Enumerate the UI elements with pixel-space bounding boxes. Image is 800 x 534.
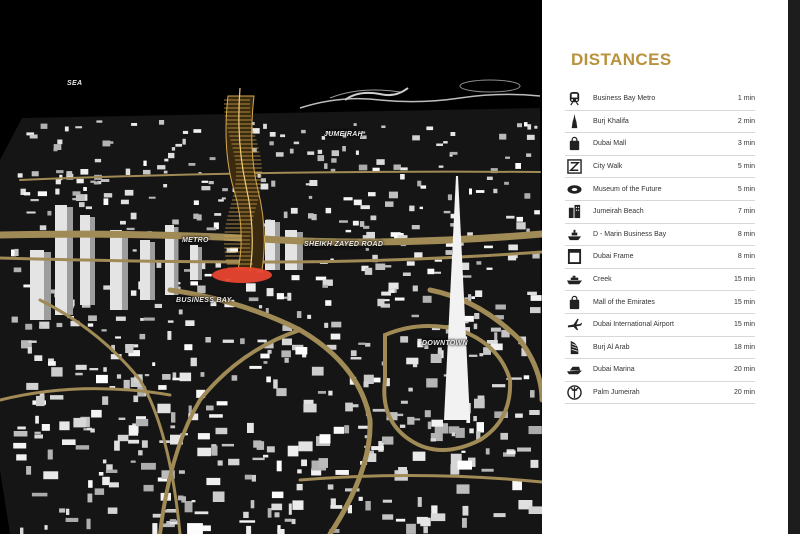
distance-row: Jumeirah Beach 7 min — [565, 201, 755, 224]
distance-row: Museum of the Future 5 min — [565, 178, 755, 201]
distance-list: Business Bay Metro 1 min Burj Khalifa 2 min… — [565, 88, 755, 405]
distance-place-name: D - Marin Business Bay — [593, 230, 667, 238]
map-label-jumeirah: JUMEIRAH — [324, 131, 363, 138]
ship-icon — [565, 271, 583, 289]
distance-time: 18 min — [733, 343, 755, 351]
distance-place-name: City Walk — [593, 163, 623, 171]
metro-icon — [565, 90, 583, 108]
distance-place-name: Creek — [593, 276, 612, 284]
location-marker — [212, 267, 272, 283]
distance-place-name: Dubai Mall — [593, 140, 627, 148]
map-label-business-bay: BUSINESS BAY — [176, 297, 232, 304]
distance-row: Burj Al Arab 18 min — [565, 337, 755, 360]
panel-title: DISTANCES — [571, 50, 672, 69]
map-label-downtown: DOWNTOWN — [422, 340, 468, 347]
page-edge — [788, 0, 800, 534]
distance-time: 7 min — [737, 208, 755, 216]
distance-time: 3 min — [737, 140, 755, 148]
yacht-icon — [565, 361, 583, 379]
distance-row: Dubai Marina 20 min — [565, 359, 755, 382]
map-label-metro: METRO — [182, 237, 209, 244]
shopping-bag-icon — [565, 293, 583, 311]
distance-time: 8 min — [737, 230, 755, 238]
distance-time: 2 min — [737, 117, 755, 125]
map-label-sea: SEA — [67, 80, 83, 87]
buildings-icon — [565, 203, 583, 221]
city-walk-icon — [565, 158, 583, 176]
palm-icon — [565, 384, 583, 402]
distance-time: 1 min — [737, 95, 755, 103]
distance-row: City Walk 5 min — [565, 156, 755, 179]
distance-place-name: Palm Jumeirah — [593, 389, 640, 397]
distance-row: Burj Khalifa 2 min — [565, 111, 755, 134]
distance-time: 15 min — [733, 321, 755, 329]
city-map: SEA JUMEIRAH METRO SHEIKH ZAYED ROAD BUS… — [0, 0, 542, 534]
distance-place-name: Jumeirah Beach — [593, 208, 644, 216]
shopping-bag-icon — [565, 135, 583, 153]
distance-place-name: Dubai Marina — [593, 366, 635, 374]
map-label-sheikh-zayed-road: SHEIKH ZAYED ROAD — [304, 241, 384, 248]
distance-place-name: Business Bay Metro — [593, 95, 656, 103]
frame-icon — [565, 248, 583, 266]
burj-khalifa-icon — [565, 112, 583, 130]
museum-icon — [565, 180, 583, 198]
distance-row: Dubai Frame 8 min — [565, 246, 755, 269]
distance-time: 5 min — [737, 163, 755, 171]
distance-place-name: Museum of the Future — [593, 185, 662, 193]
boat-icon — [565, 225, 583, 243]
distance-time: 20 min — [733, 389, 755, 397]
distance-place-name: Burj Khalifa — [593, 117, 629, 125]
distances-panel: DISTANCES Business Bay Metro 1 min Burj Kh… — [542, 0, 788, 534]
distance-row: Creek 15 min — [565, 269, 755, 292]
distance-row: Palm Jumeirah 20 min — [565, 382, 755, 405]
distance-place-name: Mall of the Emirates — [593, 298, 655, 306]
distance-time: 15 min — [733, 298, 755, 306]
distance-row: D - Marin Business Bay 8 min — [565, 224, 755, 247]
airplane-icon — [565, 316, 583, 334]
distance-time: 5 min — [737, 185, 755, 193]
distance-row: Mall of the Emirates 15 min — [565, 291, 755, 314]
distance-place-name: Dubai Frame — [593, 253, 634, 261]
distance-row: Dubai International Airport 15 min — [565, 314, 755, 337]
distance-place-name: Burj Al Arab — [593, 343, 630, 351]
distance-row: Business Bay Metro 1 min — [565, 88, 755, 111]
distance-time: 8 min — [737, 253, 755, 261]
distance-place-name: Dubai International Airport — [593, 321, 674, 329]
burj-al-arab-icon — [565, 338, 583, 356]
distance-time: 15 min — [733, 276, 755, 284]
distance-time: 20 min — [733, 366, 755, 374]
distance-row: Dubai Mall 3 min — [565, 133, 755, 156]
